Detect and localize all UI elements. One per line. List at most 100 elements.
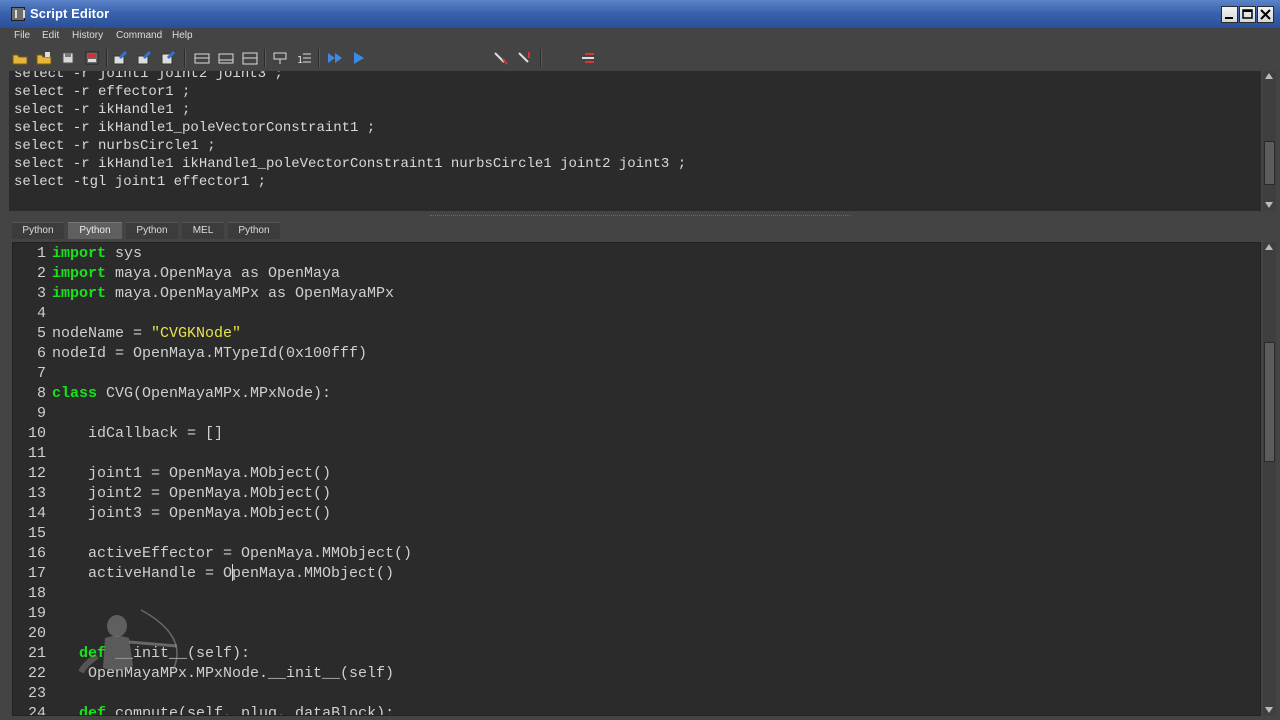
- code-text: joint3 = OpenMaya.MObject(): [52, 505, 332, 522]
- clear-all-icon[interactable]: [160, 50, 176, 66]
- code-line: import sys: [52, 244, 142, 264]
- line-number: 9: [36, 405, 46, 422]
- history-scroll-thumb[interactable]: [1264, 141, 1275, 185]
- code-keyword: import: [52, 285, 107, 302]
- line-number: 2: [36, 265, 46, 282]
- code-text: maya.OpenMayaMPx as OpenMayaMPx: [106, 285, 395, 302]
- code-line: joint3 = OpenMaya.MObject(): [52, 504, 331, 524]
- tab-python-2[interactable]: Python: [68, 222, 122, 239]
- script-input-editor[interactable]: 1 2 3 4 5 6 7 8 9 10 11 12 13 14 15 16 17 18 19 20 21 22 23 24 …: [12, 242, 1261, 716]
- menu-history[interactable]: History: [72, 30, 103, 41]
- echo-all-commands-icon[interactable]: [194, 50, 210, 66]
- code-line: nodeName = "CVGKNode": [52, 324, 241, 344]
- tab-bar: Python Python Python MEL Python: [0, 221, 1280, 239]
- source-script-icon[interactable]: [36, 50, 52, 66]
- line-number: 24: [27, 705, 46, 716]
- line-number: 13: [27, 485, 46, 502]
- show-stack-trace-icon[interactable]: [242, 50, 258, 66]
- code-text: maya.OpenMaya as OpenMaya: [106, 265, 341, 282]
- tab-python-3[interactable]: Python: [126, 222, 178, 239]
- prune-icon[interactable]: [580, 50, 596, 66]
- clear-input-icon[interactable]: [136, 50, 152, 66]
- code-line: import maya.OpenMayaMPx as OpenMayaMPx: [52, 284, 394, 304]
- code-text: nodeName =: [52, 325, 152, 342]
- line-number: 10: [27, 425, 46, 442]
- code-text: activeEffector = OpenMaya.MMObject(): [52, 545, 413, 562]
- show-tooltip-help-icon[interactable]: [272, 50, 288, 66]
- close-icon[interactable]: [1257, 6, 1274, 23]
- code-text: idCallback = []: [52, 425, 224, 442]
- toolbar: 1: [0, 45, 1280, 111]
- line-number: 8: [36, 385, 46, 402]
- line-number: 17: [27, 565, 46, 582]
- code-line: class CVG(OpenMayaMPx.MPxNode):: [52, 384, 331, 404]
- line-number: 12: [27, 465, 46, 482]
- pane-splitter[interactable]: [0, 211, 1280, 221]
- line-number: 3: [36, 285, 46, 302]
- code-text: joint2 = OpenMaya.MObject(): [52, 485, 332, 502]
- history-line: select -r ikHandle1 ikHandle1_poleVector…: [14, 156, 687, 172]
- minimize-icon[interactable]: [1221, 6, 1238, 23]
- line-number: 23: [27, 685, 46, 702]
- line-number: 21: [27, 645, 46, 662]
- code-line: import maya.OpenMaya as OpenMaya: [52, 264, 340, 284]
- line-number: 19: [27, 605, 46, 622]
- clear-history-icon[interactable]: [112, 50, 128, 66]
- code-line: joint2 = OpenMaya.MObject(): [52, 484, 331, 504]
- code-text: compute(self, plug, dataBlock):: [106, 705, 395, 716]
- tab-mel[interactable]: MEL: [182, 222, 224, 239]
- line-number: 5: [36, 325, 46, 342]
- history-panel[interactable]: select -r joint1 joint2 joint3 ; select …: [9, 71, 1261, 211]
- menu-file[interactable]: File: [14, 30, 30, 41]
- open-script-icon[interactable]: [12, 50, 28, 66]
- svg-text:1: 1: [297, 55, 303, 66]
- tab-python-4[interactable]: Python: [228, 222, 280, 239]
- code-string: "CVGKNode": [151, 325, 242, 342]
- code-line: nodeId = OpenMaya.MTypeId(0x100fff): [52, 344, 367, 364]
- window-title: Script Editor: [30, 6, 110, 21]
- code-text: activeHandle = OpenMaya.MMObject(): [52, 565, 395, 582]
- script-editor-app-icon: [11, 7, 25, 21]
- editor-scroll-thumb[interactable]: [1264, 342, 1275, 462]
- history-scrollbar[interactable]: [1263, 71, 1276, 211]
- code-line: activeEffector = OpenMaya.MMObject(): [52, 544, 412, 564]
- code-line: joint1 = OpenMaya.MObject(): [52, 464, 331, 484]
- code-line: def compute(self, plug, dataBlock):: [52, 704, 395, 716]
- history-line: select -r effector1 ;: [14, 84, 191, 100]
- execute-icon[interactable]: [351, 50, 367, 66]
- execute-all-icon[interactable]: [327, 50, 343, 66]
- archer-watermark-logo: [67, 608, 187, 698]
- line-number: 6: [36, 345, 46, 362]
- search-next-icon[interactable]: [517, 50, 533, 66]
- menu-command[interactable]: Command: [116, 30, 162, 41]
- history-line: select -r ikHandle1_poleVectorConstraint…: [14, 120, 376, 136]
- select-line-icon[interactable]: 1: [296, 50, 312, 66]
- title-bar[interactable]: Script Editor: [0, 0, 1280, 28]
- code-text: CVG(OpenMayaMPx.MPxNode):: [97, 385, 332, 402]
- show-line-numbers-icon[interactable]: [218, 50, 234, 66]
- save-script-icon[interactable]: [60, 50, 76, 66]
- line-number: 11: [27, 445, 46, 462]
- history-line: select -r nurbsCircle1 ;: [14, 138, 216, 154]
- line-number: 1: [36, 245, 46, 262]
- menu-edit[interactable]: Edit: [42, 30, 59, 41]
- line-number: 4: [36, 305, 46, 322]
- line-number: 15: [27, 525, 46, 542]
- maximize-icon[interactable]: [1239, 6, 1256, 23]
- line-number: 14: [27, 505, 46, 522]
- line-number: 18: [27, 585, 46, 602]
- code-keyword: def: [79, 705, 107, 716]
- search-previous-icon[interactable]: [493, 50, 509, 66]
- code-keyword: class: [52, 385, 98, 402]
- save-to-shelf-icon[interactable]: [84, 50, 100, 66]
- menu-help[interactable]: Help: [172, 30, 193, 41]
- editor-scrollbar[interactable]: [1263, 242, 1276, 716]
- code-text: joint1 = OpenMaya.MObject(): [52, 465, 332, 482]
- code-keyword: import: [52, 265, 107, 282]
- history-line: select -r ikHandle1 ;: [14, 102, 191, 118]
- line-number-gutter: 1 2 3 4 5 6 7 8 9 10 11 12 13 14 15 16 17 18 19 20 21 22 23 24: [13, 243, 51, 715]
- tab-python-1[interactable]: Python: [12, 222, 64, 239]
- history-line: select -tgl joint1 effector1 ;: [14, 174, 267, 190]
- line-number: 7: [36, 365, 46, 382]
